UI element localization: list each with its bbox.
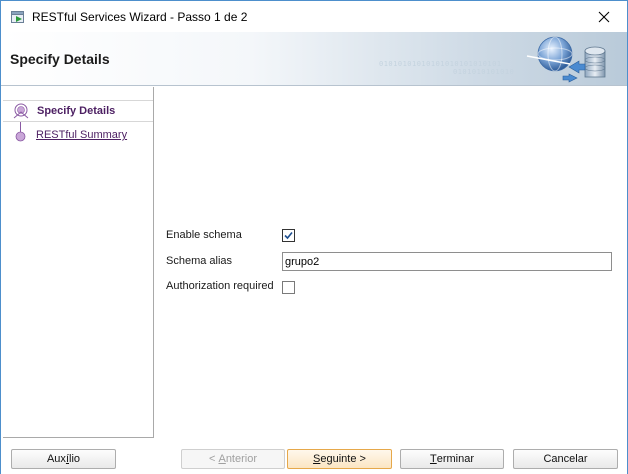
back-button-mnemonic: A [218, 453, 226, 465]
back-button[interactable]: < Anterior [181, 449, 285, 469]
globe-database-icon [526, 36, 606, 83]
finish-button-label-post: erminar [436, 453, 475, 465]
binary-decoration: 01010101010101010101010101 [379, 60, 502, 68]
schema-alias-label: Schema alias [166, 255, 233, 267]
restful-wizard-icon [11, 10, 25, 24]
back-button-label-pre: < [208, 453, 219, 465]
authorization-required-label: Authorization required [166, 280, 274, 292]
finish-button-mnemonic: T [429, 453, 437, 465]
wizard-window: RESTful Services Wizard - Passo 1 de 2 S… [0, 0, 628, 474]
step-specify-details[interactable]: Specify Details [3, 100, 153, 122]
active-step-icon [13, 103, 29, 119]
window-title: RESTful Services Wizard - Passo 1 de 2 [32, 10, 248, 24]
schema-alias-input[interactable] [282, 252, 612, 271]
help-button-label-post: lio [69, 453, 81, 465]
close-button[interactable] [581, 1, 627, 32]
authorization-required-checkbox[interactable] [282, 281, 295, 294]
wizard-button-bar: Aux í lio < Anterior Seguinte > Terminar C… [1, 438, 627, 474]
help-button[interactable]: Aux í lio [11, 449, 116, 469]
enable-schema-label: Enable schema [166, 229, 242, 241]
help-button-label-pre: Aux [46, 453, 66, 465]
step-label: Specify Details [37, 105, 116, 117]
step-restful-summary[interactable]: RESTful Summary [3, 125, 153, 147]
cancel-button-label: Cancelar [543, 453, 588, 465]
finish-button[interactable]: Terminar [400, 449, 504, 469]
back-button-label-post: nterior [225, 453, 257, 465]
next-button-label-post: eguinte > [320, 453, 366, 465]
wizard-steps-pane: Specify Details RESTful Summary [3, 87, 154, 438]
title-bar: RESTful Services Wizard - Passo 1 de 2 [1, 1, 627, 32]
page-title: Specify Details [10, 51, 110, 67]
step-dot-icon [15, 131, 26, 142]
next-button[interactable]: Seguinte > [287, 449, 392, 469]
enable-schema-checkbox[interactable] [282, 229, 295, 242]
cancel-button[interactable]: Cancelar [513, 449, 618, 469]
close-icon [598, 11, 610, 22]
checkmark-icon [284, 231, 293, 240]
binary-decoration: 0101010101010 [453, 68, 515, 76]
next-button-mnemonic: S [313, 453, 321, 465]
step-link-restful-summary[interactable]: RESTful Summary [36, 129, 127, 141]
wizard-content-panel: Enable schema Schema alias Authorization… [155, 87, 627, 438]
wizard-header-banner: Specify Details 010101010101010101010101… [1, 32, 627, 86]
